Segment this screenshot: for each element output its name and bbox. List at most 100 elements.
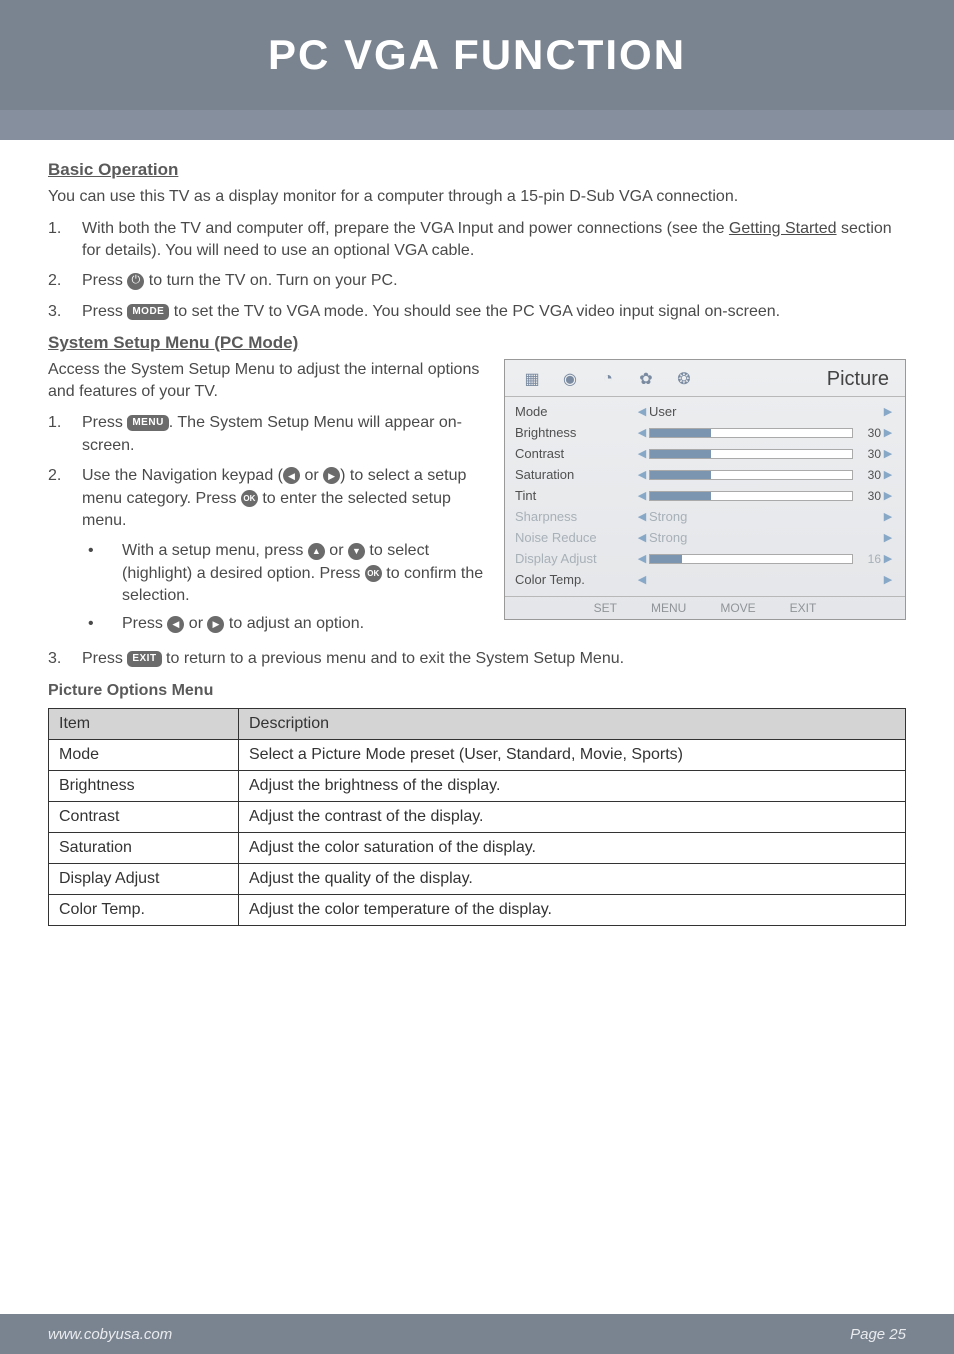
list-body: Press EXIT to return to a previous menu … [82,648,906,670]
table-cell-item: Saturation [49,833,239,864]
table-row: ContrastAdjust the contrast of the displ… [49,802,906,833]
osd-tab-sound-icon: ◉ [553,366,587,392]
osd-left-arrow-icon: ◀ [635,573,649,586]
nested-list: • With a setup menu, press ▲ or ▼ to sel… [88,540,486,636]
osd-row: Tint◀ 30▶ [515,485,895,506]
text-run: to set the TV to VGA mode. You should se… [174,303,780,320]
osd-value-area: Strong [649,509,881,524]
osd-slider [649,470,853,480]
osd-tab-picture-icon: ▦ [515,366,549,392]
content-area: Basic Operation You can use this TV as a… [0,140,954,926]
osd-row-label: Contrast [515,446,635,461]
text-run: or [325,542,348,559]
text-run: With a setup menu, press [122,542,308,559]
basic-step-2: 2. Press ⏻ to turn the TV on. Turn on yo… [48,270,906,292]
system-step-3: 3. Press EXIT to return to a previous me… [48,648,906,670]
osd-right-arrow-icon: ▶ [881,531,895,544]
exit-button-icon: EXIT [127,651,161,667]
text-run: to turn the TV on. Turn on your PC. [149,272,398,289]
list-body: Press MENU. The System Setup Menu will a… [82,412,486,457]
osd-slider-fill [650,429,711,437]
nav-left-icon: ◀ [283,467,300,484]
list-number: 1. [48,412,82,457]
osd-left-arrow-icon: ◀ [635,489,649,502]
table-cell-desc: Adjust the color saturation of the displ… [239,833,906,864]
osd-tabs: ▦ ◉ ◔ ✿ ❂ Picture [505,360,905,397]
text-run: Use the Navigation keypad ( [82,467,283,484]
osd-tab-time-icon: ◔ [591,366,625,392]
table-header-item: Item [49,709,239,740]
osd-left-arrow-icon: ◀ [635,426,649,439]
osd-row: Contrast◀30▶ [515,443,895,464]
text-run: Press [82,272,127,289]
nested-item-1: • With a setup menu, press ▲ or ▼ to sel… [88,540,486,607]
osd-row-label: Brightness [515,425,635,440]
table-row: BrightnessAdjust the brightness of the d… [49,771,906,802]
nav-left-icon: ◀ [167,616,184,633]
osd-slider-fill [650,492,711,500]
osd-row-label: Saturation [515,467,635,482]
system-step-1: 1. Press MENU. The System Setup Menu wil… [48,412,486,457]
text-run: Press [82,414,127,431]
power-icon: ⏻ [127,273,144,290]
osd-value-area: User [649,404,881,419]
table-row: ModeSelect a Picture Mode preset (User, … [49,740,906,771]
footer-page: Page 25 [850,1326,906,1343]
picture-options-table: Item Description ModeSelect a Picture Mo… [48,708,906,926]
osd-slider-value: 30 [857,489,881,503]
osd-tab-option-icon: ❂ [667,366,701,392]
getting-started-link: Getting Started [729,220,837,237]
menu-button-icon: MENU [127,415,168,431]
osd-right-arrow-icon: ▶ [881,468,895,481]
basic-operation-heading: Basic Operation [48,160,906,180]
osd-footer-exit: EXIT [790,601,817,615]
osd-right-arrow-icon: ▶ [881,510,895,523]
table-cell-item: Color Temp. [49,895,239,926]
osd-panel: ▦ ◉ ◔ ✿ ❂ Picture Mode◀User▶Brightness◀3… [504,359,906,620]
list-number: 2. [48,270,82,292]
nav-down-icon: ▼ [348,543,365,560]
osd-row: Saturation◀30▶ [515,464,895,485]
text-run: or [184,615,207,632]
osd-slider-fill [650,471,711,479]
osd-value-area: Strong [649,530,881,545]
table-cell-desc: Adjust the color temperature of the disp… [239,895,906,926]
osd-text-value: User [649,404,676,419]
table-cell-item: Mode [49,740,239,771]
osd-slider [649,428,853,438]
header-band: PC VGA FUNCTION [0,0,954,110]
osd-value-area: 30 [649,489,881,503]
list-body: Press MODE to set the TV to VGA mode. Yo… [82,301,906,323]
system-step-2: 2. Use the Navigation keypad (◀ or ▶) to… [48,465,486,532]
basic-step-1: 1. With both the TV and computer off, pr… [48,218,906,263]
osd-right-arrow-icon: ▶ [881,489,895,502]
two-column-layout: Access the System Setup Menu to adjust t… [48,359,906,642]
osd-text-value: Strong [649,530,687,545]
osd-right-arrow-icon: ▶ [881,405,895,418]
basic-step-3: 3. Press MODE to set the TV to VGA mode.… [48,301,906,323]
text-run: or [300,467,323,484]
list-body: With a setup menu, press ▲ or ▼ to selec… [122,540,486,607]
osd-slider-value: 16 [857,552,881,566]
text-run: Press [122,615,167,632]
footer-bar: www.cobyusa.com Page 25 [0,1314,954,1354]
nav-up-icon: ▲ [308,543,325,560]
osd-value-area: 30 [649,468,881,482]
osd-left-arrow-icon: ◀ [635,510,649,523]
osd-value-area: 30 [649,426,881,440]
system-setup-intro: Access the System Setup Menu to adjust t… [48,359,486,402]
osd-value-area: 30 [649,447,881,461]
osd-left-arrow-icon: ◀ [635,468,649,481]
list-number: 2. [48,465,82,532]
text-run: Press [82,650,127,667]
text-run: to adjust an option. [224,615,364,632]
text-run: to return to a previous menu and to exit… [166,650,624,667]
osd-footer-menu: MENU [651,601,686,615]
osd-row-label: Color Temp. [515,572,635,587]
osd-row-label: Tint [515,488,635,503]
table-row: SaturationAdjust the color saturation of… [49,833,906,864]
table-header-row: Item Description [49,709,906,740]
list-number: 3. [48,648,82,670]
left-column: Access the System Setup Menu to adjust t… [48,359,486,642]
osd-footer-set: SET [594,601,617,615]
